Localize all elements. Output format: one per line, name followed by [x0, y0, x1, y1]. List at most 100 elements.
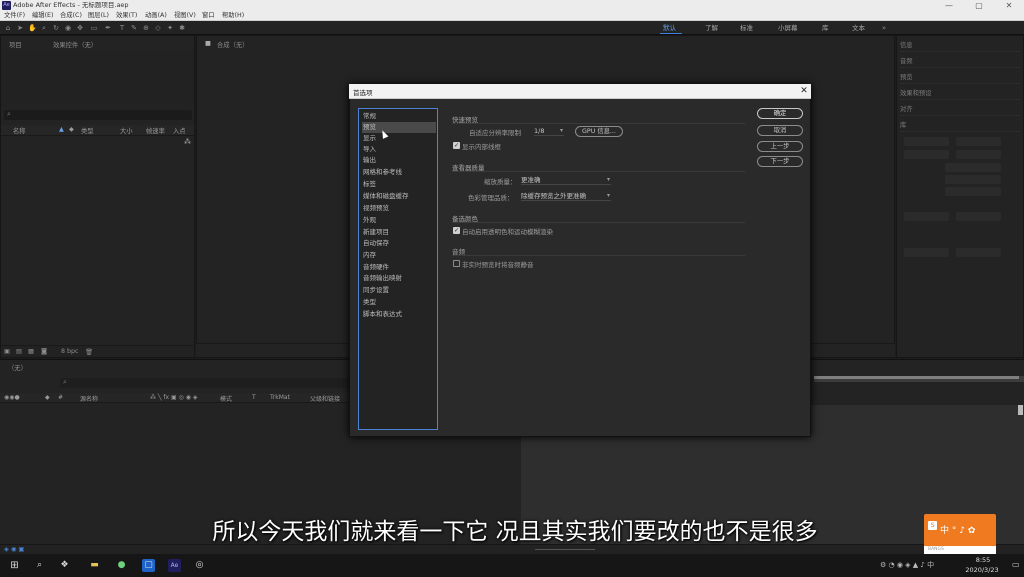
column-size[interactable]: 大小: [120, 126, 133, 135]
file-explorer-icon[interactable]: ▬: [88, 559, 101, 572]
minimize-button[interactable]: —: [934, 0, 964, 11]
rectangle-icon[interactable]: ▭: [90, 24, 98, 32]
clone-icon[interactable]: ⊕: [142, 24, 150, 32]
category-auto-save[interactable]: 自动保存: [362, 238, 436, 249]
number-column-icon[interactable]: #: [58, 394, 63, 401]
timeline-scrollbar[interactable]: [1018, 405, 1023, 415]
app-icon[interactable]: ▢: [142, 559, 155, 572]
trash-icon[interactable]: 🗑: [85, 348, 93, 356]
interpret-footage-icon[interactable]: ▣: [4, 348, 10, 355]
new-folder-icon[interactable]: ▤: [16, 348, 22, 355]
search-icon[interactable]: ⌕: [33, 559, 46, 572]
column-in-point[interactable]: 入点: [173, 126, 186, 135]
home-icon[interactable]: ⌂: [4, 24, 12, 32]
workspace-learn[interactable]: 了解: [705, 23, 718, 33]
ok-button[interactable]: 确定: [757, 108, 803, 119]
selection-icon[interactable]: ➤: [16, 24, 24, 32]
tracker-button-3[interactable]: [904, 150, 949, 159]
category-display[interactable]: 显示: [362, 133, 436, 144]
column-mode[interactable]: 模式: [220, 394, 232, 403]
av-switches-icon[interactable]: ◉◉●: [4, 394, 20, 401]
category-output[interactable]: 输出: [362, 155, 436, 166]
category-import[interactable]: 导入: [362, 144, 436, 155]
panel-info[interactable]: 信息: [900, 40, 1020, 52]
mute-audio-checkbox[interactable]: [453, 260, 460, 267]
work-area-bar[interactable]: [814, 376, 1019, 379]
clock-date[interactable]: 2020/3/23: [957, 566, 1007, 574]
sort-icon[interactable]: ▲: [59, 126, 64, 133]
menu-file[interactable]: 文件(F): [4, 11, 25, 21]
tracker-button-2[interactable]: [956, 137, 1001, 146]
window-close-button[interactable]: ✕: [994, 0, 1024, 11]
column-source-name[interactable]: 源名称: [80, 394, 98, 403]
menu-edit[interactable]: 编辑(E): [32, 11, 54, 21]
panel-effects-presets[interactable]: 效果和预设: [900, 88, 1020, 100]
close-icon[interactable]: ✕: [798, 85, 810, 97]
zoom-icon[interactable]: ⌕: [40, 24, 48, 32]
column-name[interactable]: 名称: [13, 126, 26, 135]
windows-start-icon[interactable]: ⊞: [8, 559, 21, 572]
category-audio-output-mapping[interactable]: 音频输出映射: [362, 273, 436, 284]
tab-composition[interactable]: 合成（无）: [217, 40, 248, 49]
column-parent[interactable]: 父级和链接: [310, 394, 340, 403]
rotate-icon[interactable]: ↻: [52, 24, 60, 32]
label-icon[interactable]: ◆: [69, 126, 74, 133]
category-sync-settings[interactable]: 同步设置: [362, 285, 436, 296]
workspace-standard[interactable]: 标准: [740, 23, 753, 33]
column-framerate[interactable]: 帧速率: [146, 126, 165, 135]
menu-window[interactable]: 窗口: [202, 11, 215, 21]
system-tray-icons[interactable]: ⚙ ◔ ◉ ◈ ▲ ♪ 中: [880, 559, 950, 572]
menu-view[interactable]: 视图(V): [174, 11, 196, 21]
tab-effect-controls[interactable]: 效果控件（无）: [53, 40, 97, 49]
eraser-icon[interactable]: ◇: [154, 24, 162, 32]
workspace-overflow-icon[interactable]: »: [880, 24, 888, 32]
hand-icon[interactable]: ✋: [28, 24, 37, 32]
menu-animation[interactable]: 动画(A): [145, 11, 167, 21]
menu-layer[interactable]: 图层(L): [88, 11, 109, 21]
brush-icon[interactable]: ✎: [130, 24, 138, 32]
camera-icon[interactable]: ◉: [64, 24, 72, 32]
after-effects-icon[interactable]: Ae: [168, 559, 181, 572]
tracker-button-4[interactable]: [956, 150, 1001, 159]
tracker-button-6[interactable]: [956, 212, 1001, 221]
tab-timeline[interactable]: （无）: [8, 363, 27, 372]
project-search-input[interactable]: ⌕: [4, 110, 192, 120]
panel-align[interactable]: 对齐: [900, 104, 1020, 116]
status-icons[interactable]: ◈ ◉ ▣: [4, 546, 24, 553]
category-video-preview[interactable]: 视频预览: [362, 203, 436, 214]
task-view-icon[interactable]: ❖: [58, 559, 71, 572]
column-trkmat[interactable]: TrkMat: [270, 394, 290, 401]
workspace-default[interactable]: 默认: [663, 23, 676, 33]
workspace-small-screen[interactable]: 小屏幕: [778, 23, 798, 33]
next-button[interactable]: 下一步: [757, 156, 803, 167]
auto-enable-transparency-checkbox[interactable]: ✓: [453, 227, 460, 234]
lock-icon[interactable]: ■: [205, 40, 211, 47]
show-internal-wireframe-checkbox[interactable]: ✓: [453, 142, 460, 149]
clock-time[interactable]: 8:55: [963, 556, 1003, 564]
gpu-info-button[interactable]: GPU 信息...: [575, 126, 623, 137]
color-management-dropdown[interactable]: 除缓存预览之外更准确 ▾: [521, 191, 611, 201]
pen-icon[interactable]: ✒: [104, 24, 112, 32]
tracker-field-3[interactable]: [945, 187, 1001, 196]
category-appearance[interactable]: 外观: [362, 215, 436, 226]
workspace-text[interactable]: 文本: [852, 23, 865, 33]
zoom-quality-dropdown[interactable]: 更准确 ▾: [521, 175, 611, 185]
previous-button[interactable]: 上一步: [757, 141, 803, 152]
panel-preview[interactable]: 预览: [900, 72, 1020, 84]
tracker-button-8[interactable]: [956, 248, 1001, 257]
category-media-cache[interactable]: 媒体和磁盘缓存: [362, 191, 436, 202]
category-preview[interactable]: 预览: [362, 122, 436, 133]
adaptive-resolution-dropdown[interactable]: 1/8 ▾: [534, 126, 564, 136]
cancel-button[interactable]: 取消: [757, 125, 803, 136]
category-new-project[interactable]: 新建项目: [362, 227, 436, 238]
tracker-field-1[interactable]: [945, 163, 1001, 172]
column-t[interactable]: T: [252, 394, 256, 401]
panel-audio[interactable]: 音频: [900, 56, 1020, 68]
pan-icon[interactable]: ✥: [76, 24, 84, 32]
type-icon[interactable]: T: [118, 24, 126, 32]
category-type[interactable]: 类型: [362, 297, 436, 308]
category-audio-hardware[interactable]: 音频硬件: [362, 262, 436, 273]
roto-icon[interactable]: ✦: [166, 24, 174, 32]
menu-composition[interactable]: 合成(C): [60, 11, 82, 21]
panel-libraries[interactable]: 库: [900, 120, 1020, 132]
